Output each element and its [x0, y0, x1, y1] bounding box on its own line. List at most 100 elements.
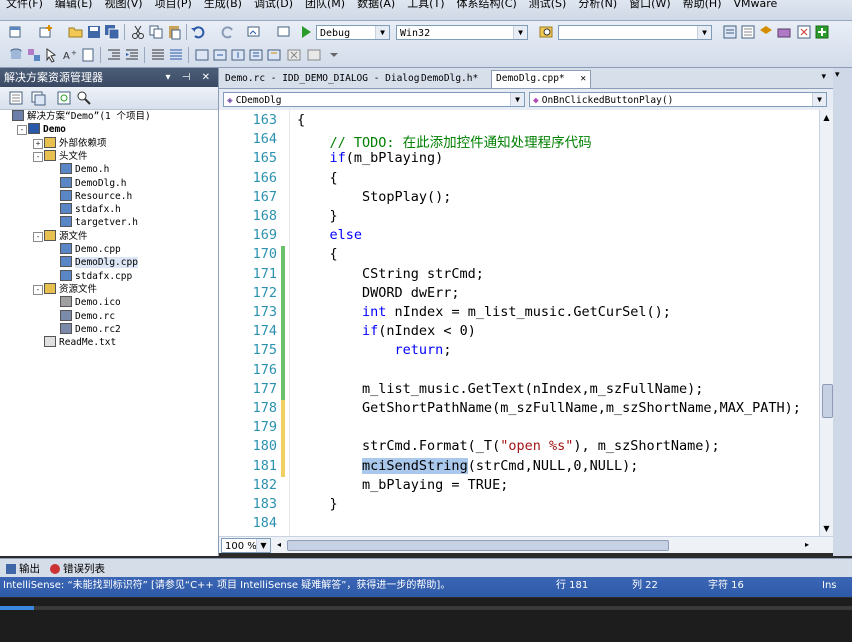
horizontal-scroll-thumb[interactable] — [287, 540, 669, 551]
code-line[interactable]: if(m_bPlaying) — [297, 150, 444, 166]
solution-platform-combo[interactable]: Win32 ▼ — [396, 25, 528, 40]
code-line[interactable]: if(nIndex < 0) — [297, 323, 476, 339]
code-line[interactable]: GetShortPathName(m_szFullName,m_szShortN… — [297, 400, 801, 416]
collapse-icon[interactable]: - — [33, 284, 43, 295]
object-browser-icon[interactable] — [758, 24, 774, 40]
vertical-scroll-thumb[interactable] — [822, 384, 833, 418]
paste-icon[interactable] — [166, 24, 182, 40]
tree-file[interactable]: Resource.h — [60, 189, 132, 203]
solution-explorer-icon[interactable] — [722, 24, 738, 40]
code-line[interactable]: mciSendString(strCmd,NULL,0,NULL); — [297, 457, 638, 474]
tab-demodlg-cpp[interactable]: DemoDlg.cpp* ✕ — [491, 70, 592, 88]
increase-indent-icon[interactable] — [124, 47, 140, 63]
code-line[interactable]: StopPlay(); — [297, 189, 451, 205]
code-line[interactable]: strCmd.Format(_T("open %s"), m_szShortNa… — [297, 438, 720, 454]
close-tab-icon[interactable]: ✕ — [580, 73, 586, 84]
tree-file[interactable]: Demo.ico — [60, 296, 121, 309]
menu-item[interactable]: 调试(D) — [248, 0, 299, 11]
toolbox-icon[interactable] — [776, 24, 792, 40]
menu-item[interactable]: 测试(S) — [523, 0, 573, 11]
chevron-down-icon[interactable]: ▼ — [812, 93, 826, 106]
menu-item[interactable]: 分析(N) — [572, 0, 623, 11]
menu-item[interactable]: 数据(A) — [351, 0, 401, 11]
extension-manager-icon[interactable] — [814, 24, 830, 40]
code-line[interactable]: else — [297, 227, 363, 243]
tree-folder[interactable]: 外部依赖项 — [44, 136, 107, 150]
navigate-back-icon[interactable] — [246, 24, 262, 40]
tab-error-list[interactable]: 错误列表 — [50, 561, 105, 576]
next-bookmark-folder-icon[interactable] — [248, 47, 264, 63]
menu-item[interactable]: 项目(P) — [149, 0, 198, 11]
cut-icon[interactable] — [130, 24, 146, 40]
code-line[interactable]: { — [297, 112, 305, 128]
tree-file[interactable]: ReadMe.txt — [44, 336, 116, 349]
chevron-down-icon[interactable]: ▼ — [375, 26, 389, 39]
tree-file[interactable]: stdafx.h — [60, 203, 121, 216]
code-line[interactable]: m_list_music.GetText(nIndex,m_szFullName… — [297, 381, 703, 397]
tree-file[interactable]: DemoDlg.h — [60, 176, 126, 190]
collapse-icon[interactable]: - — [33, 151, 43, 162]
undo-icon[interactable] — [190, 24, 206, 40]
tab-dropdown-icon[interactable]: ▾ — [821, 72, 826, 82]
view-class-diagram-icon[interactable] — [76, 90, 92, 106]
tree-file[interactable]: targetver.h — [60, 216, 138, 229]
code-editor[interactable]: 163 164 165 166 167 168 169 170 171 172 173 174 175 1… — [219, 110, 819, 536]
navigate-forward-icon[interactable] — [276, 24, 292, 40]
chevron-down-icon[interactable]: ▼ — [256, 539, 270, 552]
tree-folder[interactable]: 资源文件 — [44, 282, 97, 296]
toggle-all-bookmarks-icon[interactable] — [306, 47, 322, 63]
code-line[interactable]: { — [297, 170, 338, 186]
properties-icon[interactable] — [740, 24, 756, 40]
tree-file[interactable]: DemoDlg.cpp — [60, 256, 138, 269]
code-line[interactable]: int nIndex = m_list_music.GetCurSel(); — [297, 304, 671, 320]
previous-bookmark-icon[interactable] — [212, 47, 228, 63]
class-view-icon[interactable] — [26, 47, 42, 63]
code-line[interactable]: { — [297, 246, 338, 262]
menu-item[interactable]: 生成(B) — [198, 0, 248, 11]
menu-item[interactable]: 文件(F) — [0, 0, 49, 11]
menu-item[interactable]: 团队(M) — [299, 0, 351, 11]
tab-demodlg-h[interactable]: DemoDlg.h* — [421, 71, 478, 88]
chevron-down-icon[interactable]: ▼ — [510, 93, 524, 106]
code-line[interactable]: DWORD dwErr; — [297, 285, 460, 301]
expand-icon[interactable]: + — [33, 138, 43, 149]
menu-item[interactable]: 视图(V) — [98, 0, 148, 11]
tab-output[interactable]: 输出 — [6, 561, 40, 576]
save-all-icon[interactable] — [104, 24, 120, 40]
new-project-icon[interactable] — [8, 24, 24, 40]
comment-lines-icon[interactable] — [150, 47, 166, 63]
zoom-combo[interactable]: 100 % ▼ — [221, 538, 271, 553]
menu-item[interactable]: 帮助(H) — [677, 0, 728, 11]
code-line[interactable]: } — [297, 208, 338, 224]
find-in-files-icon[interactable] — [538, 24, 554, 40]
editor-vertical-scrollbar[interactable]: ▲ ▼ — [819, 110, 834, 536]
menu-item[interactable]: 窗口(W) — [623, 0, 676, 11]
scroll-right-icon[interactable]: ▸ — [805, 540, 809, 549]
copy-icon[interactable] — [148, 24, 164, 40]
bookmark-icon[interactable] — [194, 47, 210, 63]
collapse-icon[interactable]: - — [33, 231, 43, 242]
menu-item[interactable]: VMware — [727, 0, 783, 10]
collapse-icon[interactable]: ▾ — [835, 70, 840, 80]
chevron-down-icon[interactable]: ▼ — [513, 26, 527, 39]
code-line[interactable]: // TODO: 在此添加控件通知处理程序代码 — [297, 131, 592, 151]
save-icon[interactable] — [86, 24, 102, 40]
uncomment-lines-icon[interactable] — [168, 47, 184, 63]
menu-item[interactable]: 编辑(E) — [49, 0, 99, 11]
menu-item[interactable]: 工具(T) — [401, 0, 450, 11]
refresh-icon[interactable] — [56, 90, 72, 106]
redo-icon[interactable] — [220, 24, 236, 40]
code-line[interactable]: return; — [297, 342, 452, 358]
scroll-left-icon[interactable]: ◂ — [277, 540, 281, 549]
tree-folder[interactable]: 源文件 — [44, 229, 88, 243]
properties-icon[interactable] — [8, 90, 24, 106]
start-page-icon[interactable] — [796, 24, 812, 40]
collapse-icon[interactable]: - — [17, 125, 27, 136]
code-line[interactable]: CString strCmd; — [297, 266, 484, 282]
class-dropdown[interactable]: ◈ CDemoDlg ▼ — [223, 92, 525, 107]
font-size-icon[interactable]: A + — [62, 47, 78, 63]
tree-file[interactable]: Demo.cpp — [60, 243, 121, 256]
code-line[interactable]: } — [297, 496, 338, 512]
tree-folder[interactable]: 头文件 — [44, 149, 88, 163]
tree-file[interactable]: Demo.rc2 — [60, 322, 121, 336]
